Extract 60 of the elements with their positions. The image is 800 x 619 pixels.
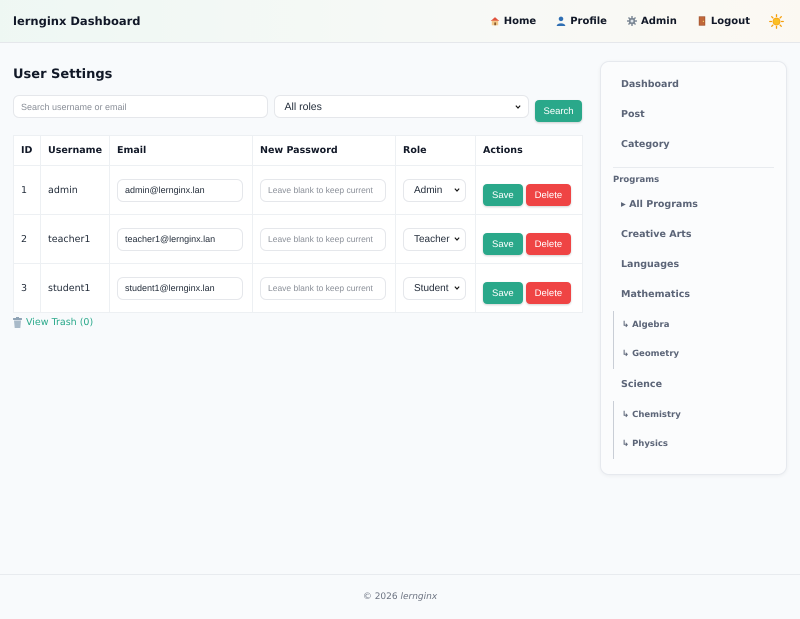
sidebar-item[interactable]: Category bbox=[613, 130, 774, 160]
sidebar-subitem[interactable]: ↳ Algebra bbox=[614, 311, 774, 340]
sidebar-item[interactable]: ▸ All Programs bbox=[613, 190, 774, 220]
section-heading: Programs bbox=[613, 174, 660, 186]
person-icon bbox=[556, 16, 566, 26]
save-button[interactable]: Save bbox=[483, 184, 523, 206]
id-cell: 2 bbox=[14, 214, 40, 264]
role-select[interactable]: Admin bbox=[403, 178, 466, 202]
column-header: ID bbox=[14, 136, 40, 166]
app-title: lernginx Dashboard bbox=[13, 14, 142, 28]
nav-link[interactable]: Profile bbox=[546, 12, 617, 30]
gear-icon bbox=[626, 16, 637, 26]
password-field[interactable]: Leave blank to keep current bbox=[260, 178, 386, 202]
column-header: Actions bbox=[476, 136, 582, 166]
delete-button[interactable]: Delete bbox=[526, 282, 572, 304]
sun-icon[interactable] bbox=[769, 14, 784, 28]
sidebar-item[interactable]: Creative Arts bbox=[613, 220, 774, 250]
trash-icon bbox=[13, 317, 22, 328]
column-header: Username bbox=[40, 136, 110, 166]
sidebar-item[interactable]: Languages bbox=[613, 250, 774, 280]
chevron-icon bbox=[454, 188, 460, 192]
door-icon bbox=[696, 16, 707, 26]
nav-link[interactable]: Admin bbox=[616, 12, 687, 30]
column-header: Email bbox=[110, 136, 252, 166]
password-field[interactable]: Leave blank to keep current bbox=[260, 276, 386, 300]
sidebar-item[interactable]: Dashboard bbox=[613, 70, 774, 100]
sidebar-item[interactable]: Post bbox=[613, 100, 774, 130]
search-field[interactable]: Search username or email bbox=[13, 95, 268, 118]
chevron-icon bbox=[515, 104, 522, 108]
copyright-text: © 2026 lernginx bbox=[362, 592, 438, 602]
column-header: Role bbox=[396, 136, 476, 166]
email-field[interactable]: teacher1@lernginx.lan bbox=[117, 228, 243, 250]
role-select[interactable]: Teacher bbox=[403, 228, 466, 250]
id-cell: 1 bbox=[14, 166, 40, 214]
save-button[interactable]: Save bbox=[483, 233, 523, 255]
nav-link[interactable]: Home bbox=[480, 12, 546, 30]
sidebar-subitem[interactable]: ↳ Chemistry bbox=[614, 401, 774, 430]
id-cell: 3 bbox=[14, 264, 40, 312]
sidebar-item[interactable]: Mathematics bbox=[613, 280, 774, 310]
nav-link[interactable]: Logout bbox=[686, 12, 760, 30]
delete-button[interactable]: Delete bbox=[526, 233, 572, 255]
chevron-icon bbox=[454, 237, 460, 241]
username-cell: teacher1 bbox=[40, 214, 110, 264]
page-title: User Settings bbox=[13, 66, 114, 83]
search-button[interactable]: Search bbox=[535, 100, 582, 122]
password-field[interactable]: Leave blank to keep current bbox=[260, 228, 386, 250]
username-cell: student1 bbox=[40, 264, 110, 312]
sidebar-item[interactable]: Science bbox=[613, 370, 774, 400]
house-icon bbox=[490, 16, 500, 26]
email-field[interactable]: student1@lernginx.lan bbox=[117, 276, 243, 300]
sidebar-subitem[interactable]: ↳ Physics bbox=[614, 430, 774, 459]
save-button[interactable]: Save bbox=[483, 282, 523, 304]
chevron-icon bbox=[454, 286, 460, 290]
sidebar-subitem[interactable]: ↳ Geometry bbox=[614, 340, 774, 369]
role-select[interactable]: Student bbox=[403, 276, 466, 300]
column-header: New Password bbox=[252, 136, 396, 166]
delete-button[interactable]: Delete bbox=[526, 184, 572, 206]
role-filter-select[interactable]: All roles bbox=[274, 95, 530, 118]
username-cell: admin bbox=[40, 166, 110, 214]
email-field[interactable]: admin@lernginx.lan bbox=[117, 178, 243, 202]
